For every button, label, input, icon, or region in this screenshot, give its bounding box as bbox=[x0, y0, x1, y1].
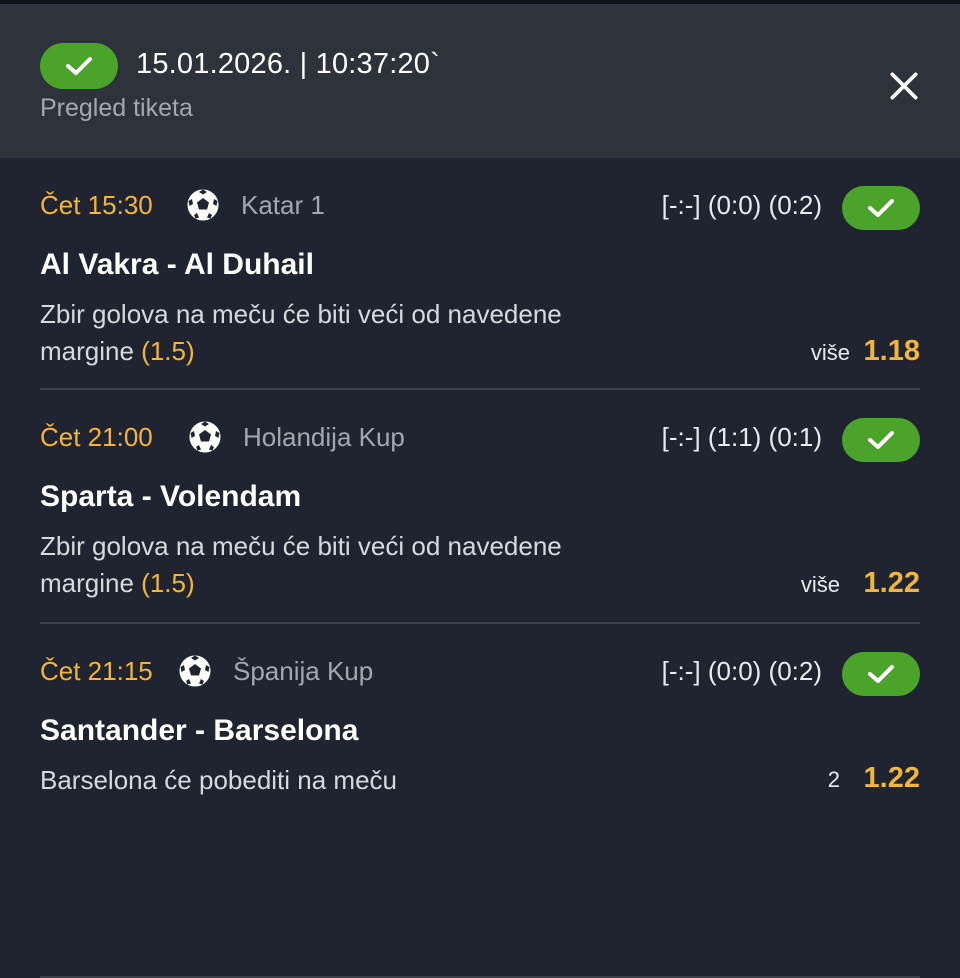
soccer-ball-icon bbox=[178, 654, 212, 688]
bet-description-line: Zbir golova na meču će biti veći od nave… bbox=[40, 531, 562, 561]
bet-description-line: margine bbox=[40, 336, 134, 366]
checkmark-icon bbox=[868, 431, 894, 449]
bet-odd: 1.22 bbox=[863, 762, 920, 794]
bet-margin: (1.5) bbox=[141, 568, 195, 598]
bet-description-line: Barselona će pobediti na meču bbox=[40, 765, 398, 795]
bet-description-line: margine bbox=[40, 568, 134, 598]
match-teams: Sparta - Volendam bbox=[40, 480, 302, 513]
checkmark-icon bbox=[868, 199, 894, 217]
page-title: Pregled tiketa bbox=[40, 94, 193, 122]
bet-description-line: Zbir golova na meču će biti veći od nave… bbox=[40, 299, 562, 329]
league-name: Španija Kup bbox=[233, 656, 374, 686]
bet-description: Zbir golova na meču će biti veći od nave… bbox=[40, 528, 680, 602]
match-score: [-:-] (0:0) (0:2) bbox=[661, 190, 822, 220]
bet-pick: više bbox=[800, 572, 840, 597]
match-teams: Santander - Barselona bbox=[40, 714, 359, 747]
ticket-header: 15.01.2026. | 10:37:20` Pregled tiketa bbox=[0, 4, 960, 158]
match-item[interactable]: Čet 15:30 Katar 1 [-:-] (0:0) (0:2) Al V… bbox=[0, 158, 960, 390]
checkmark-icon bbox=[868, 665, 894, 683]
close-button[interactable] bbox=[884, 66, 924, 106]
match-item[interactable]: Čet 21:15 Španija Kup [-:-] (0:0) (0:2) … bbox=[0, 624, 960, 978]
league-name: Katar 1 bbox=[241, 190, 325, 220]
match-list: Čet 15:30 Katar 1 [-:-] (0:0) (0:2) Al V… bbox=[0, 158, 960, 978]
bet-pick: 2 bbox=[827, 767, 840, 792]
ticket-status-badge bbox=[40, 43, 118, 89]
win-status-badge bbox=[842, 186, 920, 230]
match-item[interactable]: Čet 21:00 Holandija Kup [-:-] (1:1) (0:1… bbox=[0, 390, 960, 624]
bet-pick: više bbox=[810, 340, 850, 365]
soccer-ball-icon bbox=[188, 420, 222, 454]
bet-margin: (1.5) bbox=[141, 336, 195, 366]
match-score: [-:-] (0:0) (0:2) bbox=[661, 656, 822, 686]
checkmark-icon bbox=[66, 57, 92, 75]
soccer-ball-icon bbox=[186, 188, 220, 222]
bet-odd: 1.22 bbox=[863, 567, 920, 599]
bet-description: Zbir golova na meču će biti veći od nave… bbox=[40, 296, 680, 370]
league-name: Holandija Kup bbox=[243, 422, 405, 452]
match-teams: Al Vakra - Al Duhail bbox=[40, 248, 314, 281]
close-icon bbox=[890, 72, 918, 100]
win-status-badge bbox=[842, 652, 920, 696]
ticket-datetime: 15.01.2026. | 10:37:20` bbox=[136, 48, 440, 80]
match-time: Čet 15:30 bbox=[40, 190, 153, 220]
match-time: Čet 21:00 bbox=[40, 422, 153, 452]
bet-description: Barselona će pobediti na meču bbox=[40, 762, 680, 799]
win-status-badge bbox=[842, 418, 920, 462]
match-score: [-:-] (1:1) (0:1) bbox=[661, 422, 822, 452]
match-time: Čet 21:15 bbox=[40, 656, 153, 686]
bet-odd: 1.18 bbox=[863, 335, 920, 367]
